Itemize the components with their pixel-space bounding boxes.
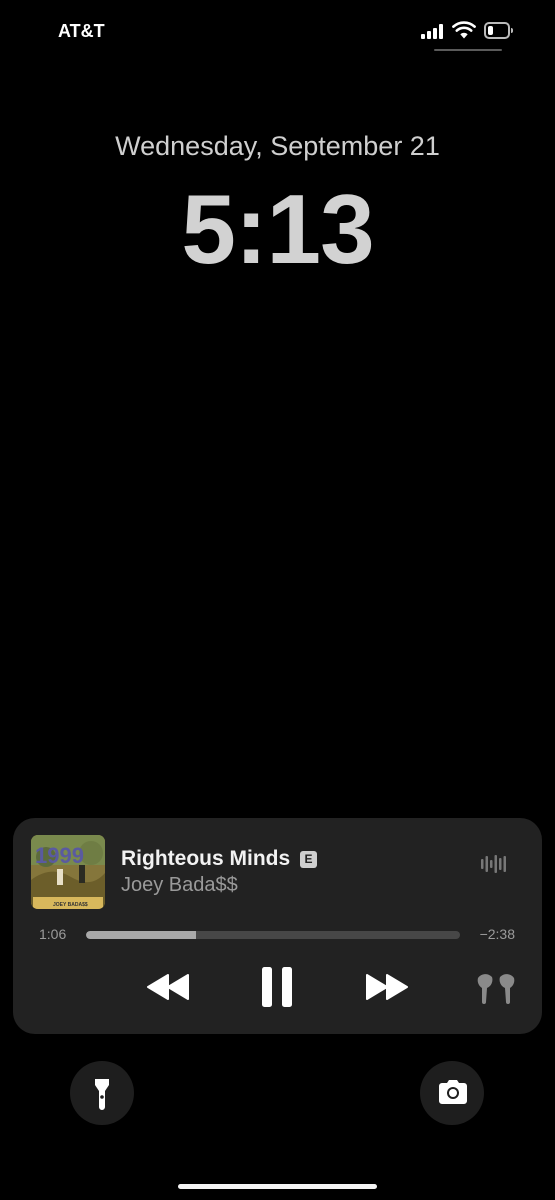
battery-fill	[488, 26, 493, 35]
album-art-image: 1999 JOEY BADA$$	[31, 835, 105, 909]
artist-name: Joey Bada$$	[121, 874, 238, 896]
cellular-signal-icon	[421, 24, 443, 39]
airpods-icon[interactable]	[474, 970, 518, 1004]
flashlight-button[interactable]	[70, 1061, 134, 1125]
now-playing-widget[interactable]: 1999 JOEY BADA$$ Righteous Minds E Joey …	[13, 818, 542, 1034]
album-art[interactable]: 1999 JOEY BADA$$	[31, 835, 105, 909]
elapsed-time: 1:06	[39, 926, 67, 942]
battery-icon	[484, 22, 513, 39]
fast-forward-icon[interactable]	[365, 974, 409, 1000]
rewind-icon[interactable]	[146, 974, 190, 1000]
song-title: Righteous Minds	[121, 847, 291, 870]
home-indicator[interactable]	[178, 1184, 377, 1189]
progress-scrubber[interactable]	[86, 931, 460, 939]
lock-screen-date: Wednesday, September 21	[115, 131, 440, 161]
explicit-badge: E	[300, 851, 317, 868]
pause-icon[interactable]	[261, 967, 293, 1007]
wifi-icon	[452, 21, 476, 39]
remaining-time: −2:38	[479, 926, 515, 942]
lock-screen-time: 5:13	[181, 174, 374, 284]
control-center-indicator[interactable]	[434, 49, 502, 51]
album-art-artist: JOEY BADA$$	[53, 902, 88, 908]
camera-button[interactable]	[420, 1061, 484, 1125]
flashlight-icon	[95, 1079, 109, 1110]
camera-icon	[439, 1080, 467, 1104]
waveform-icon[interactable]	[481, 853, 509, 875]
carrier-label: AT&T	[58, 21, 105, 41]
album-art-title: 1999	[35, 843, 84, 868]
progress-fill	[86, 931, 196, 939]
